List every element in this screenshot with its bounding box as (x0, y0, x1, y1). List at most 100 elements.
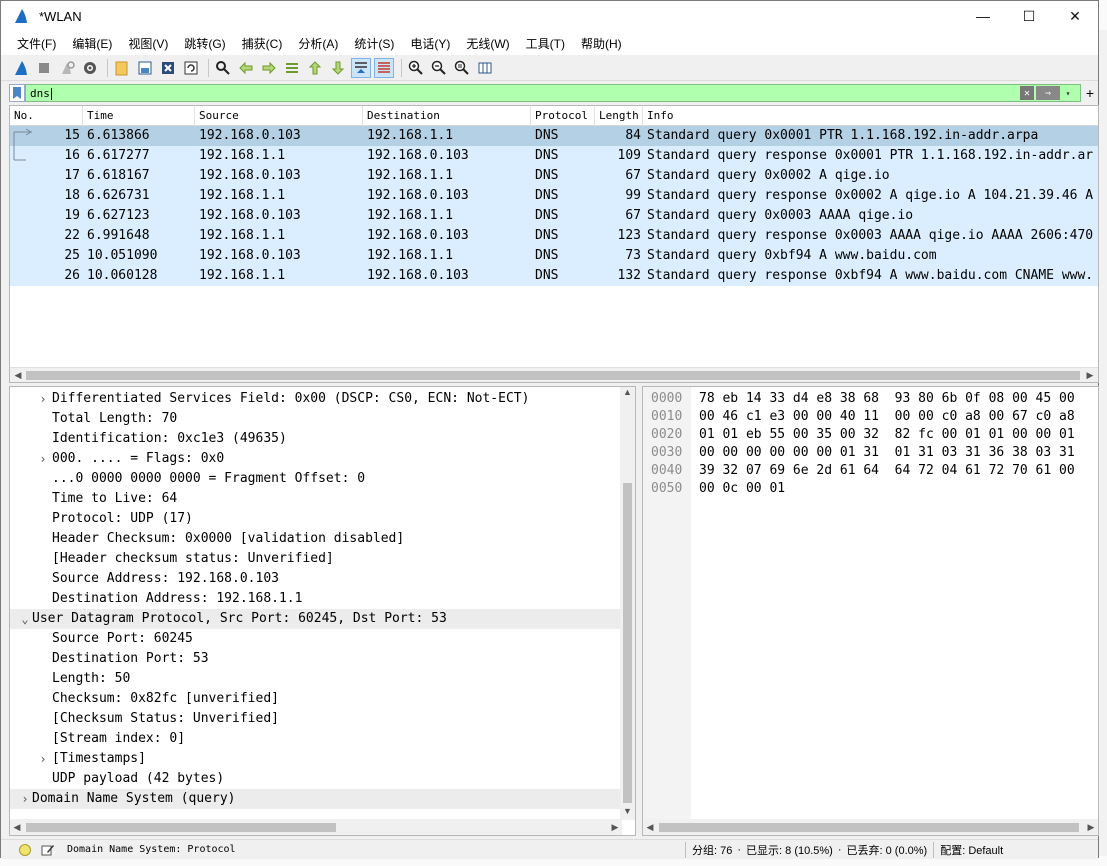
packet-row[interactable]: 18 6.626731 192.168.1.1 192.168.0.103 DNS 99 S… (10, 186, 1098, 206)
hex-bytes[interactable]: 00 0c 00 01 (699, 480, 785, 498)
expand-arrow-icon[interactable]: › (36, 449, 50, 469)
menu-view[interactable]: 视图(V) (120, 35, 176, 52)
comment-edit-icon[interactable] (41, 843, 55, 857)
packet-row[interactable]: 25 10.051090 192.168.0.103 192.168.1.1 DNS 73… (10, 246, 1098, 266)
detail-tree-item[interactable]: Source Address: 192.168.0.103 (10, 569, 622, 589)
detail-tree-item[interactable]: Length: 50 (10, 669, 622, 689)
expert-info-led-icon[interactable] (19, 843, 31, 856)
hex-bytes[interactable]: 01 01 eb 55 00 35 00 32 82 fc 00 01 01 0… (699, 426, 1075, 444)
column-header-time[interactable]: Time (83, 106, 195, 126)
stop-capture-button[interactable] (34, 58, 54, 78)
scrollbar-thumb[interactable] (623, 483, 632, 803)
detail-tree-item[interactable]: [Stream index: 0] (10, 729, 622, 749)
detail-tree-item[interactable]: › Differentiated Services Field: 0x00 (DS… (10, 389, 622, 409)
packet-row[interactable]: 26 10.060128 192.168.1.1 192.168.0.103 DNS 13… (10, 266, 1098, 286)
scroll-up-arrow[interactable]: ▲ (620, 387, 635, 401)
detail-tree-item[interactable]: › 000. .... = Flags: 0x0 (10, 449, 622, 469)
expand-arrow-icon[interactable]: › (36, 389, 50, 409)
detail-tree-item[interactable]: Total Length: 70 (10, 409, 622, 429)
bytes-horizontal-scrollbar[interactable]: ◀ ▶ (643, 819, 1098, 835)
detail-tree-item[interactable]: Protocol: UDP (17) (10, 509, 622, 529)
restart-capture-button[interactable] (57, 58, 77, 78)
menu-go[interactable]: 跳转(G) (176, 35, 233, 52)
zoom-in-button[interactable] (406, 58, 426, 78)
detail-tree-item[interactable]: Source Port: 60245 (10, 629, 622, 649)
scrollbar-thumb[interactable] (26, 371, 1080, 380)
detail-tree-item[interactable]: › [Timestamps] (10, 749, 622, 769)
scroll-right-arrow[interactable]: ▶ (1082, 368, 1098, 382)
display-filter-input[interactable]: dns ✕ ⇒ ▾ (25, 84, 1081, 102)
close-button[interactable]: ✕ (1052, 1, 1098, 31)
column-header-info[interactable]: Info (643, 106, 1098, 126)
packet-row[interactable]: 17 6.618167 192.168.0.103 192.168.1.1 DNS 67 S… (10, 166, 1098, 186)
scrollbar-thumb[interactable] (659, 823, 1079, 832)
save-file-button[interactable] (135, 58, 155, 78)
detail-tree-item[interactable]: Destination Port: 53 (10, 649, 622, 669)
column-header-length[interactable]: Length (595, 106, 643, 126)
reload-file-button[interactable] (181, 58, 201, 78)
title-bar[interactable]: *WLAN — ☐ ✕ (1, 1, 1098, 31)
scroll-left-arrow[interactable]: ◀ (10, 819, 24, 835)
normal-size-button[interactable] (452, 58, 472, 78)
detail-tree-item[interactable]: [Header checksum status: Unverified] (10, 549, 622, 569)
menu-file[interactable]: 文件(F) (9, 35, 64, 52)
detail-tree-item[interactable]: ...0 0000 0000 0000 = Fragment Offset: 0 (10, 469, 622, 489)
menu-capture[interactable]: 捕获(C) (234, 35, 291, 52)
hex-bytes[interactable]: 00 00 00 00 00 00 01 31 01 31 03 31 36 3… (699, 444, 1075, 462)
clear-filter-button[interactable]: ✕ (1020, 86, 1034, 100)
first-packet-button[interactable] (305, 58, 325, 78)
hex-bytes[interactable]: 39 32 07 69 6e 2d 61 64 64 72 04 61 72 7… (699, 462, 1075, 480)
column-header-source[interactable]: Source (195, 106, 363, 126)
close-file-button[interactable] (158, 58, 178, 78)
colorize-button[interactable] (374, 57, 394, 78)
menu-tools[interactable]: 工具(T) (518, 35, 573, 52)
menu-statistics[interactable]: 统计(S) (346, 35, 402, 52)
detail-tree-item[interactable]: Identification: 0xc1e3 (49635) (10, 429, 622, 449)
detail-tree-item[interactable]: Destination Address: 192.168.1.1 (10, 589, 622, 609)
scroll-down-arrow[interactable]: ▼ (620, 806, 635, 820)
menu-analyze[interactable]: 分析(A) (290, 35, 346, 52)
maximize-button[interactable]: ☐ (1006, 1, 1052, 31)
find-packet-button[interactable] (213, 58, 233, 78)
filter-bookmark-button[interactable] (9, 84, 25, 102)
minimize-button[interactable]: — (960, 1, 1006, 31)
hex-bytes[interactable]: 78 eb 14 33 d4 e8 38 68 93 80 6b 0f 08 0… (699, 390, 1075, 408)
go-to-packet-button[interactable] (282, 58, 302, 78)
detail-tree-item[interactable]: Time to Live: 64 (10, 489, 622, 509)
start-capture-button[interactable] (11, 58, 31, 78)
capture-options-button[interactable] (80, 58, 100, 78)
apply-filter-button[interactable]: ⇒ (1036, 86, 1060, 100)
detail-tree-item[interactable]: Header Checksum: 0x0000 [validation disa… (10, 529, 622, 549)
scroll-right-arrow[interactable]: ▶ (608, 819, 622, 835)
scroll-left-arrow[interactable]: ◀ (10, 368, 26, 382)
packet-row[interactable]: 19 6.627123 192.168.0.103 192.168.1.1 DNS 67 S… (10, 206, 1098, 226)
menu-wireless[interactable]: 无线(W) (458, 35, 517, 52)
zoom-out-button[interactable] (429, 58, 449, 78)
column-header-no[interactable]: No. (10, 106, 83, 126)
detail-tree-item[interactable]: › Domain Name System (query) (10, 789, 622, 809)
add-filter-button[interactable]: + (1081, 85, 1099, 101)
open-file-button[interactable] (112, 58, 132, 78)
menu-telephony[interactable]: 电话(Y) (402, 35, 458, 52)
packet-row[interactable]: 16 6.617277 192.168.1.1 192.168.0.103 DNS 109… (10, 146, 1098, 166)
detail-tree-item[interactable]: [Checksum Status: Unverified] (10, 709, 622, 729)
detail-tree-item[interactable]: Checksum: 0x82fc [unverified] (10, 689, 622, 709)
detail-tree-item[interactable]: UDP payload (42 bytes) (10, 769, 622, 789)
go-forward-button[interactable] (259, 58, 279, 78)
collapse-arrow-icon[interactable]: ⌄ (18, 609, 32, 629)
scroll-left-arrow[interactable]: ◀ (643, 819, 657, 835)
hex-bytes[interactable]: 00 46 c1 e3 00 00 40 11 00 00 c0 a8 00 6… (699, 408, 1075, 426)
status-profile[interactable]: 配置: Default (940, 842, 1003, 858)
packet-row[interactable]: 15 6.613866 192.168.0.103 192.168.1.1 DNS 84 S… (10, 126, 1098, 146)
menu-help[interactable]: 帮助(H) (573, 35, 630, 52)
scrollbar-thumb[interactable] (26, 823, 336, 832)
details-horizontal-scrollbar[interactable]: ◀ ▶ (10, 819, 622, 835)
menu-edit[interactable]: 编辑(E) (64, 35, 120, 52)
expand-arrow-icon[interactable]: › (36, 749, 50, 769)
autoscroll-button[interactable] (351, 57, 371, 78)
filter-history-dropdown[interactable]: ▾ (1062, 86, 1074, 100)
column-header-protocol[interactable]: Protocol (531, 106, 595, 126)
scroll-right-arrow[interactable]: ▶ (1084, 819, 1098, 835)
resize-columns-button[interactable] (475, 58, 495, 78)
packet-list-scrollbar[interactable]: ◀ ▶ (10, 367, 1098, 382)
